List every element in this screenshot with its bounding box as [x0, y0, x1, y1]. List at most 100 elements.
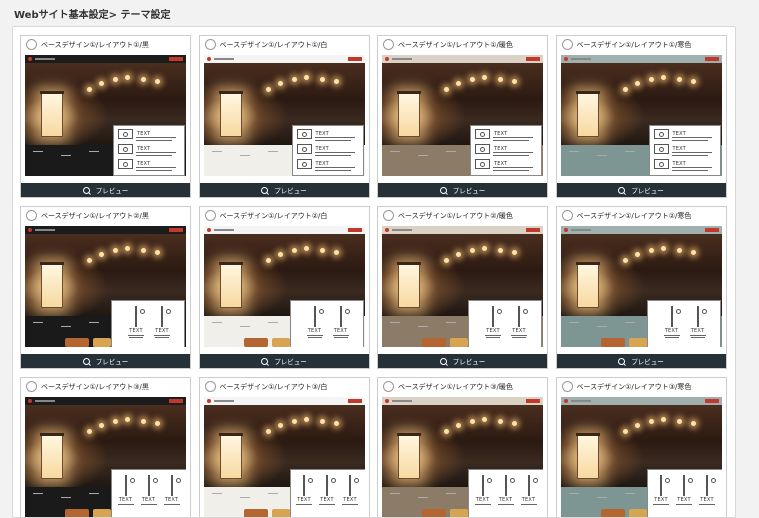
overlay-text-label: TEXT: [333, 328, 348, 334]
theme-card-header: ベースデザイン①/レイアウト③/黒: [21, 378, 190, 395]
theme-radio-button[interactable]: [204, 210, 216, 221]
theme-card[interactable]: ベースデザイン①/レイアウト①/暖色 TEXT TEXT TEXT プレビュー: [377, 35, 548, 198]
theme-radio-button[interactable]: [561, 210, 573, 221]
thumbnail-contact-button: [704, 57, 719, 61]
food-image: [422, 338, 446, 347]
thumbnail-site-name: [35, 400, 55, 402]
theme-card[interactable]: ベースデザイン①/レイアウト②/白 TEXT TEXT プレビュー: [198, 206, 370, 369]
theme-radio-button[interactable]: [26, 210, 37, 221]
layout-overlay: TEXT TEXT TEXT: [648, 125, 721, 176]
image-placeholder-icon: [696, 306, 699, 327]
theme-radio-button[interactable]: [26, 39, 37, 50]
overlay-text-label: TEXT: [521, 497, 536, 503]
food-image: [243, 509, 268, 517]
theme-radio-button[interactable]: [204, 39, 216, 50]
layout-overlay: TEXT TEXT TEXT: [291, 125, 364, 176]
theme-radio-button[interactable]: [26, 381, 37, 392]
theme-thumbnail[interactable]: TEXT TEXT TEXT: [203, 55, 365, 176]
overlay-text-label: TEXT: [475, 497, 490, 503]
theme-card[interactable]: ベースデザイン①/レイアウト①/寒色 TEXT TEXT TEXT プレビュー: [555, 35, 727, 198]
theme-thumbnail[interactable]: TEXT TEXT TEXT: [203, 397, 365, 517]
zoom-icon: [439, 357, 447, 365]
theme-title: ベースデザイン①/レイアウト③/寒色: [576, 382, 692, 391]
image-placeholder-icon: [475, 159, 490, 169]
theme-card-header: ベースデザイン①/レイアウト②/寒色: [557, 207, 726, 224]
thumbnail-header-bar: [560, 55, 722, 63]
thumbnail-contact-button: [526, 399, 540, 403]
image-placeholder-icon: [296, 144, 312, 154]
theme-card-header: ベースデザイン①/レイアウト①/暖色: [378, 36, 547, 53]
theme-radio-button[interactable]: [561, 39, 573, 50]
theme-card[interactable]: ベースデザイン①/レイアウト③/暖色TEXTTEXTTEXTプレビュー: [377, 377, 548, 517]
preview-button[interactable]: プレビュー: [21, 354, 190, 368]
theme-thumbnail[interactable]: TEXT TEXT: [25, 226, 186, 347]
theme-card[interactable]: ベースデザイン①/レイアウト③/寒色TEXTTEXTTEXTプレビュー: [555, 377, 727, 517]
overlay-text-label: TEXT: [129, 328, 143, 334]
theme-thumbnail[interactable]: TEXT TEXT: [382, 226, 543, 347]
preview-button[interactable]: プレビュー: [378, 183, 547, 197]
logo-icon: [385, 57, 389, 61]
lantern-image: [40, 262, 64, 308]
theme-card[interactable]: ベースデザイン①/レイアウト①/黒 TEXT TEXT TEXT プレビュー: [20, 35, 191, 198]
theme-card[interactable]: ベースデザイン①/レイアウト②/寒色 TEXT TEXT プレビュー: [555, 206, 727, 369]
preview-button[interactable]: プレビュー: [556, 183, 726, 197]
preview-button[interactable]: プレビュー: [199, 354, 369, 368]
theme-card-header: ベースデザイン①/レイアウト①/寒色: [557, 36, 726, 53]
thumbnail-header-bar: [203, 397, 365, 405]
logo-icon: [563, 57, 568, 61]
lantern-image: [40, 91, 64, 137]
preview-button[interactable]: プレビュー: [21, 183, 190, 197]
overlay-text-label: TEXT: [664, 328, 679, 334]
theme-radio-button[interactable]: [383, 381, 394, 392]
thumbnail-header-bar: [203, 226, 365, 234]
theme-thumbnail[interactable]: TEXT TEXT TEXT: [25, 397, 186, 517]
lantern-image: [575, 91, 600, 137]
thumbnail-site-name: [392, 229, 412, 231]
thumbnail-contact-button: [347, 228, 362, 232]
image-placeholder-icon: [303, 475, 305, 496]
theme-radio-button[interactable]: [204, 381, 216, 392]
overlay-text-label: TEXT: [155, 328, 169, 334]
lantern-image: [397, 433, 421, 479]
theme-thumbnail[interactable]: TEXT TEXT TEXT: [560, 55, 722, 176]
image-placeholder-icon: [339, 306, 342, 327]
theme-card[interactable]: ベースデザイン①/レイアウト③/黒TEXTTEXTTEXTプレビュー: [20, 377, 191, 517]
thumbnail-contact-button: [526, 228, 540, 232]
theme-thumbnail[interactable]: TEXT TEXT TEXT: [25, 55, 186, 176]
image-placeholder-icon: [660, 475, 662, 496]
image-placeholder-icon: [653, 159, 669, 169]
preview-button[interactable]: プレビュー: [378, 354, 547, 368]
thumbnail-site-name: [35, 58, 55, 60]
theme-title: ベースデザイン①/レイアウト①/黒: [41, 40, 149, 49]
theme-thumbnail[interactable]: TEXT TEXT: [203, 226, 365, 347]
thumbnail-header-bar: [382, 397, 543, 405]
logo-icon: [385, 399, 389, 403]
theme-thumbnail[interactable]: TEXT TEXT TEXT: [382, 397, 543, 517]
thumbnail-contact-button: [347, 57, 362, 61]
theme-card[interactable]: ベースデザイン①/レイアウト②/黒 TEXT TEXT プレビュー: [20, 206, 191, 369]
image-placeholder-icon: [124, 475, 127, 496]
theme-thumbnail[interactable]: TEXT TEXT: [560, 226, 722, 347]
theme-radio-button[interactable]: [561, 381, 573, 392]
theme-card-header: ベースデザイン①/レイアウト②/黒: [21, 207, 190, 224]
preview-button[interactable]: プレビュー: [199, 183, 369, 197]
layout-overlay: TEXT TEXT TEXT: [646, 469, 722, 517]
food-image: [600, 338, 625, 347]
thumbnail-header-bar: [25, 397, 186, 405]
preview-button[interactable]: プレビュー: [556, 354, 726, 368]
overlay-text-label: TEXT: [307, 328, 322, 334]
theme-radio-button[interactable]: [383, 210, 394, 221]
theme-card[interactable]: ベースデザイン①/レイアウト②/暖色 TEXT TEXT プレビュー: [377, 206, 548, 369]
layout-overlay: TEXT TEXT: [646, 300, 721, 347]
theme-card[interactable]: ベースデザイン①/レイアウト①/白 TEXT TEXT TEXT プレビュー: [198, 35, 370, 198]
theme-card[interactable]: ベースデザイン①/レイアウト③/白TEXTTEXTTEXTプレビュー: [198, 377, 370, 517]
theme-radio-button[interactable]: [383, 39, 394, 50]
breadcrumb: Webサイト基本設定> テーマ設定: [14, 10, 171, 21]
theme-thumbnail[interactable]: TEXT TEXT TEXT: [382, 55, 543, 176]
food-image: [65, 338, 89, 347]
layout-overlay: TEXT TEXT: [289, 300, 364, 347]
logo-icon: [206, 399, 211, 403]
overlay-text-label: TEXT: [118, 497, 133, 503]
theme-thumbnail[interactable]: TEXT TEXT TEXT: [560, 397, 722, 517]
thumbnail-header-bar: [560, 226, 722, 234]
